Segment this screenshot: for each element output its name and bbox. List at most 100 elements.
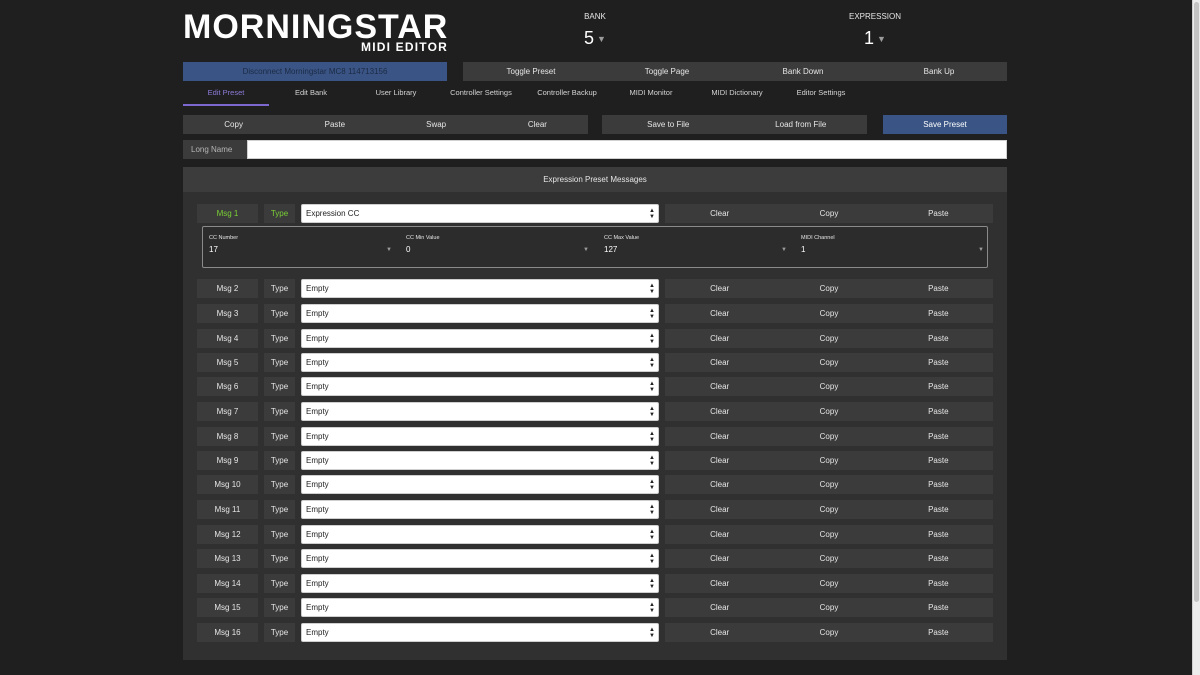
midi-channel-field[interactable]: MIDI Channel 1 ▼ — [801, 235, 984, 259]
select-arrows-icon: ▲ ▼ — [649, 431, 655, 443]
message-paste-button[interactable]: Paste — [884, 451, 993, 470]
message-paste-button[interactable]: Paste — [884, 598, 993, 617]
message-type-select[interactable]: Expression CC ▲ ▼ — [301, 204, 659, 223]
select-arrows-icon: ▲ ▼ — [649, 308, 655, 320]
tab-controller-backup[interactable]: Controller Backup — [523, 85, 611, 106]
message-paste-button[interactable]: Paste — [884, 353, 993, 372]
message-paste-button[interactable]: Paste — [884, 475, 993, 494]
tab-midi-monitor[interactable]: MIDI Monitor — [611, 85, 691, 106]
message-copy-button[interactable]: Copy — [774, 451, 883, 470]
message-paste-button[interactable]: Paste — [884, 427, 993, 446]
message-paste-button[interactable]: Paste — [884, 304, 993, 323]
message-copy-button[interactable]: Copy — [774, 204, 883, 223]
message-copy-button[interactable]: Copy — [774, 279, 883, 298]
message-paste-button[interactable]: Paste — [884, 279, 993, 298]
message-copy-button[interactable]: Copy — [774, 353, 883, 372]
copy-preset-button[interactable]: Copy — [183, 115, 284, 134]
message-copy-button[interactable]: Copy — [774, 304, 883, 323]
message-type-select[interactable]: Empty ▲ ▼ — [301, 377, 659, 396]
cc-max-value-field[interactable]: CC Max Value 127 ▼ — [604, 235, 787, 259]
message-copy-button[interactable]: Copy — [774, 500, 883, 519]
message-clear-button[interactable]: Clear — [665, 329, 774, 348]
tab-edit-preset[interactable]: Edit Preset — [183, 85, 269, 106]
message-paste-button[interactable]: Paste — [884, 402, 993, 421]
save-preset-button[interactable]: Save Preset — [883, 115, 1007, 134]
message-clear-button[interactable]: Clear — [665, 475, 774, 494]
message-copy-button[interactable]: Copy — [774, 623, 883, 642]
message-type-select[interactable]: Empty ▲ ▼ — [301, 304, 659, 323]
message-copy-button[interactable]: Copy — [774, 598, 883, 617]
message-paste-button[interactable]: Paste — [884, 500, 993, 519]
message-copy-button[interactable]: Copy — [774, 329, 883, 348]
tab-midi-dictionary[interactable]: MIDI Dictionary — [691, 85, 783, 106]
message-type-select[interactable]: Empty ▲ ▼ — [301, 279, 659, 298]
tab-edit-bank[interactable]: Edit Bank — [269, 85, 353, 106]
tab-editor-settings[interactable]: Editor Settings — [783, 85, 859, 106]
page-scrollbar[interactable] — [1192, 0, 1200, 675]
message-type-select[interactable]: Empty ▲ ▼ — [301, 574, 659, 593]
tab-controller-settings[interactable]: Controller Settings — [439, 85, 523, 106]
message-clear-button[interactable]: Clear — [665, 549, 774, 568]
message-clear-button[interactable]: Clear — [665, 500, 774, 519]
message-type-select[interactable]: Empty ▲ ▼ — [301, 549, 659, 568]
message-row: Msg 2 Type Empty ▲ ▼ Clear Copy Paste — [197, 279, 993, 298]
swap-preset-button[interactable]: Swap — [386, 115, 487, 134]
message-type-select[interactable]: Empty ▲ ▼ — [301, 500, 659, 519]
message-type-select[interactable]: Empty ▲ ▼ — [301, 525, 659, 544]
message-type-select[interactable]: Empty ▲ ▼ — [301, 451, 659, 470]
message-clear-button[interactable]: Clear — [665, 402, 774, 421]
message-copy-button[interactable]: Copy — [774, 427, 883, 446]
message-type-select[interactable]: Empty ▲ ▼ — [301, 598, 659, 617]
message-clear-button[interactable]: Clear — [665, 377, 774, 396]
message-type-select[interactable]: Empty ▲ ▼ — [301, 427, 659, 446]
expression-selector[interactable]: EXPRESSION 1 ▼ — [835, 12, 915, 49]
message-copy-button[interactable]: Copy — [774, 475, 883, 494]
type-label: Type — [264, 574, 295, 593]
load-from-file-button[interactable]: Load from File — [735, 115, 868, 134]
message-type-select[interactable]: Empty ▲ ▼ — [301, 353, 659, 372]
message-clear-button[interactable]: Clear — [665, 427, 774, 446]
message-clear-button[interactable]: Clear — [665, 451, 774, 470]
cc-min-value-field[interactable]: CC Min Value 0 ▼ — [406, 235, 589, 259]
message-paste-button[interactable]: Paste — [884, 204, 993, 223]
message-actions: Clear Copy Paste — [665, 304, 993, 323]
bank-up-button[interactable]: Bank Up — [871, 62, 1007, 81]
bank-value-dropdown[interactable]: 5 ▼ — [555, 28, 635, 49]
message-paste-button[interactable]: Paste — [884, 549, 993, 568]
bank-down-button[interactable]: Bank Down — [735, 62, 871, 81]
message-clear-button[interactable]: Clear — [665, 304, 774, 323]
toggle-page-button[interactable]: Toggle Page — [599, 62, 735, 81]
message-paste-button[interactable]: Paste — [884, 329, 993, 348]
message-copy-button[interactable]: Copy — [774, 377, 883, 396]
message-clear-button[interactable]: Clear — [665, 279, 774, 298]
toggle-preset-button[interactable]: Toggle Preset — [463, 62, 599, 81]
message-clear-button[interactable]: Clear — [665, 525, 774, 544]
message-paste-button[interactable]: Paste — [884, 623, 993, 642]
message-copy-button[interactable]: Copy — [774, 549, 883, 568]
message-type-select[interactable]: Empty ▲ ▼ — [301, 623, 659, 642]
message-paste-button[interactable]: Paste — [884, 574, 993, 593]
message-copy-button[interactable]: Copy — [774, 525, 883, 544]
scrollbar-thumb[interactable] — [1194, 2, 1199, 602]
message-type-select[interactable]: Empty ▲ ▼ — [301, 329, 659, 348]
message-clear-button[interactable]: Clear — [665, 353, 774, 372]
disconnect-button[interactable]: Disconnect Morningstar MC8 114713156 — [183, 62, 447, 81]
expression-value-dropdown[interactable]: 1 ▼ — [835, 28, 915, 49]
paste-preset-button[interactable]: Paste — [284, 115, 385, 134]
message-copy-button[interactable]: Copy — [774, 574, 883, 593]
message-clear-button[interactable]: Clear — [665, 574, 774, 593]
bank-selector[interactable]: BANK 5 ▼ — [555, 12, 635, 49]
message-paste-button[interactable]: Paste — [884, 377, 993, 396]
message-clear-button[interactable]: Clear — [665, 598, 774, 617]
tab-user-library[interactable]: User Library — [353, 85, 439, 106]
message-clear-button[interactable]: Clear — [665, 204, 774, 223]
message-paste-button[interactable]: Paste — [884, 525, 993, 544]
message-clear-button[interactable]: Clear — [665, 623, 774, 642]
clear-preset-button[interactable]: Clear — [487, 115, 588, 134]
message-type-select[interactable]: Empty ▲ ▼ — [301, 402, 659, 421]
message-type-select[interactable]: Empty ▲ ▼ — [301, 475, 659, 494]
message-copy-button[interactable]: Copy — [774, 402, 883, 421]
save-to-file-button[interactable]: Save to File — [602, 115, 735, 134]
cc-number-field[interactable]: CC Number 17 ▼ — [209, 235, 392, 259]
long-name-input[interactable] — [247, 140, 1007, 159]
